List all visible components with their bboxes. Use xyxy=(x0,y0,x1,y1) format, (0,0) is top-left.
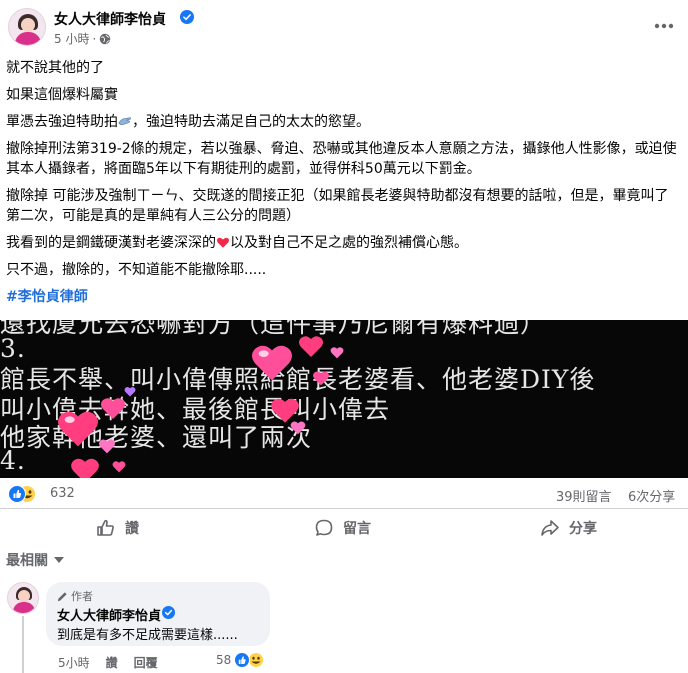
comment-label: 留言 xyxy=(343,521,371,537)
thumbs-up-icon xyxy=(97,519,114,536)
heart-sticker-icon xyxy=(58,411,98,447)
post-text-line: 撤除掉刑法第319-2條的規定，若以強暴、脅迫、恐嚇或其他違反本人意願之方法，攝… xyxy=(6,141,677,177)
hand-emoji-icon xyxy=(118,117,131,125)
post-text-line: 就不說其他的了 xyxy=(6,60,104,76)
post-image[interactable]: 還找廈允去恐嚇對方（這件事乃尼爾有爆料過） 3. 館長不舉、叫小偉傳照給館長老婆… xyxy=(0,320,688,478)
comment-author[interactable]: 女人大律師李怡貞 xyxy=(57,605,161,624)
comment-count[interactable]: 39則留言 xyxy=(556,486,612,505)
post-text-line: 如果這個爆料屬實 xyxy=(6,87,118,103)
author-name[interactable]: 女人大律師李怡貞 xyxy=(54,9,166,29)
author-avatar[interactable] xyxy=(8,8,46,46)
reaction-count[interactable]: 632 xyxy=(50,486,75,501)
like-label: 讚 xyxy=(125,521,139,537)
chevron-down-icon xyxy=(54,557,64,563)
image-text-line: 他家幹他老婆、還叫了兩次 xyxy=(0,423,313,452)
post-text-line: 撤除掉 可能涉及強制ㄒㄧㄣ、交既遂的間接正犯（如果館長老婆與特助都沒有想要的話啦… xyxy=(6,188,669,224)
post-text-line: 我看到的是鋼鐵硬漢對老婆深深的 以及對自己不足之處的強烈補償心態。 xyxy=(6,233,682,253)
share-count[interactable]: 6次分享 xyxy=(628,486,675,505)
more-options-icon xyxy=(654,23,674,29)
heart-sticker-icon xyxy=(112,461,126,473)
comment-reaction-count: 58 xyxy=(216,653,232,667)
verified-badge-icon xyxy=(162,606,175,619)
post-text-segment: 以及對自己不足之處的強烈補償心態。 xyxy=(230,235,468,251)
post-body: 就不說其他的了 如果這個爆料屬實 單憑去強迫特助拍 ，強迫特助去滿足自己的太太的慾… xyxy=(6,58,682,314)
comment-text: 到底是有多不足成需要這樣...... xyxy=(57,628,238,643)
more-options-button[interactable] xyxy=(652,14,676,38)
post-text-segment: 單憑去強迫特助拍 xyxy=(6,114,118,130)
comment-actions: 5小時 讚 回覆 xyxy=(58,654,158,671)
sort-label: 最相關 xyxy=(6,553,48,569)
share-button[interactable]: 分享 xyxy=(540,513,597,543)
hashtag-link[interactable]: #李怡貞律師 xyxy=(6,287,88,307)
post-text-line: 只不過，撤除的，不知道能不能撤除耶..... xyxy=(6,262,267,278)
reaction-summary: 632 39則留言 6次分享 xyxy=(0,480,688,508)
heart-sticker-icon xyxy=(313,371,329,386)
image-text-line: 3. xyxy=(0,334,26,363)
image-text-line: 4. xyxy=(0,446,26,475)
post-meta: 5 小時 · xyxy=(54,30,111,47)
image-text-line: 還找廈允去恐嚇對方（這件事乃尼爾有爆料過） xyxy=(0,320,547,338)
share-arrow-icon xyxy=(541,520,559,536)
comment-time[interactable]: 5小時 xyxy=(58,654,90,671)
heart-sticker-icon xyxy=(299,336,323,357)
comment-avatar[interactable] xyxy=(7,582,39,614)
heart-sticker-icon xyxy=(252,345,292,381)
share-label: 分享 xyxy=(569,521,597,537)
heart-sticker-icon xyxy=(101,398,125,419)
comment-bubble: 作者 女人大律師李怡貞 到底是有多不足成需要這樣...... xyxy=(46,582,270,646)
comment-like-button[interactable]: 讚 xyxy=(106,654,118,671)
red-heart-icon xyxy=(216,237,230,248)
comment-reply-button[interactable]: 回覆 xyxy=(134,654,158,671)
heart-sticker-icon xyxy=(124,387,136,397)
comment-sort-dropdown[interactable]: 最相關 xyxy=(6,550,64,570)
speech-bubble-icon xyxy=(315,519,333,536)
comment-reactions[interactable]: 58 xyxy=(216,652,265,668)
verified-badge-icon xyxy=(180,10,194,24)
globe-icon xyxy=(100,33,111,44)
author-badge-label: 作者 xyxy=(71,590,93,603)
heart-sticker-icon xyxy=(330,347,344,359)
heart-sticker-icon xyxy=(71,458,99,478)
heart-sticker-icon xyxy=(290,421,306,435)
post-text-segment: ，強迫特助去滿足自己的太太的慾望。 xyxy=(132,114,370,130)
reaction-icons[interactable] xyxy=(8,485,46,503)
reaction-icons xyxy=(234,652,265,668)
thread-line xyxy=(22,616,24,673)
meta-separator: · xyxy=(92,31,97,46)
author-badge: 作者 xyxy=(57,588,93,604)
pencil-icon xyxy=(57,591,67,601)
post-text-segment: 我看到的是鋼鐵硬漢對老婆深深的 xyxy=(6,235,216,251)
heart-sticker-icon xyxy=(99,439,115,454)
action-bar: 讚 留言 分享 xyxy=(0,508,688,544)
post-text-line: 單憑去強迫特助拍 ，強迫特助去滿足自己的太太的慾望。 xyxy=(6,112,682,132)
like-button[interactable]: 讚 xyxy=(96,513,139,543)
comment-button[interactable]: 留言 xyxy=(314,513,371,543)
post-time[interactable]: 5 小時 xyxy=(54,30,89,47)
post-header: 女人大律師李怡貞 5 小時 · xyxy=(0,0,688,52)
